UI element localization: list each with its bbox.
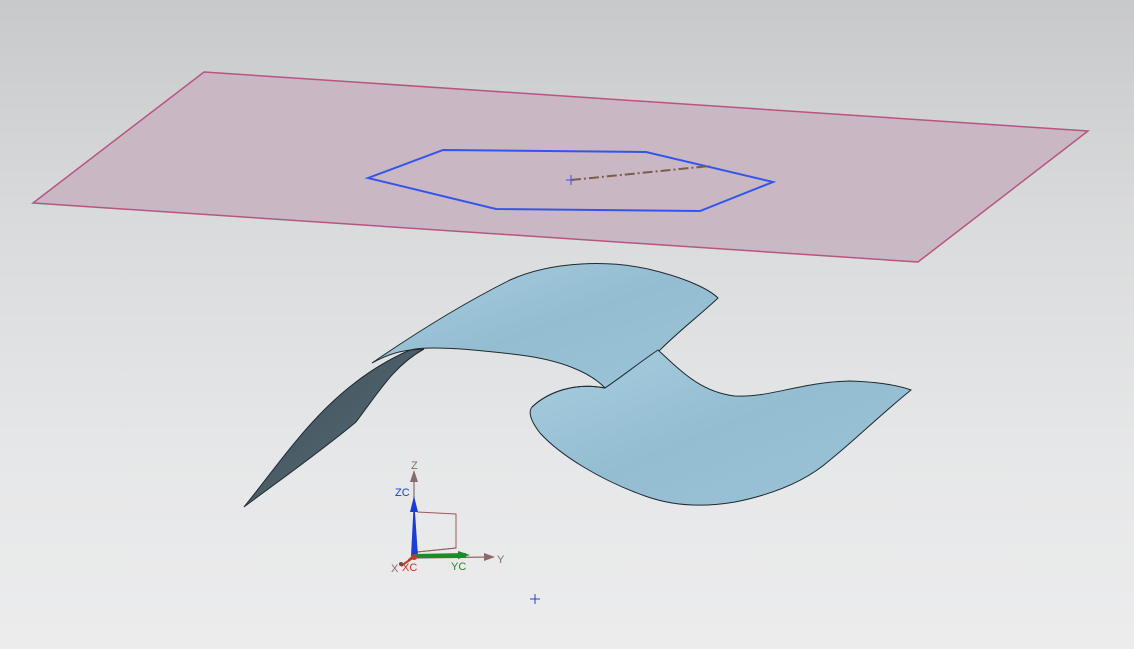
x-axis-label: X [391, 563, 399, 575]
graphics-viewport[interactable]: Z ZC X XC Y YC [0, 0, 1134, 649]
xc-axis-label: XC [402, 562, 417, 574]
datum-plane[interactable] [30, 71, 1091, 263]
triad-frame [416, 511, 457, 553]
y-axis-label: Y [497, 554, 505, 566]
view-center-marker [530, 594, 540, 604]
z-axis-label: Z [411, 460, 418, 472]
coordinate-triad[interactable]: Z ZC X XC Y YC [391, 460, 505, 575]
zc-axis-label: ZC [395, 487, 410, 499]
y-arrow-icon [484, 553, 495, 561]
surface-back-face[interactable] [243, 348, 425, 508]
triad-origin[interactable] [411, 554, 417, 560]
3d-scene[interactable]: Z ZC X XC Y YC [0, 0, 1134, 649]
zc-arrow-icon [410, 496, 418, 512]
yc-axis-label: YC [451, 561, 466, 573]
